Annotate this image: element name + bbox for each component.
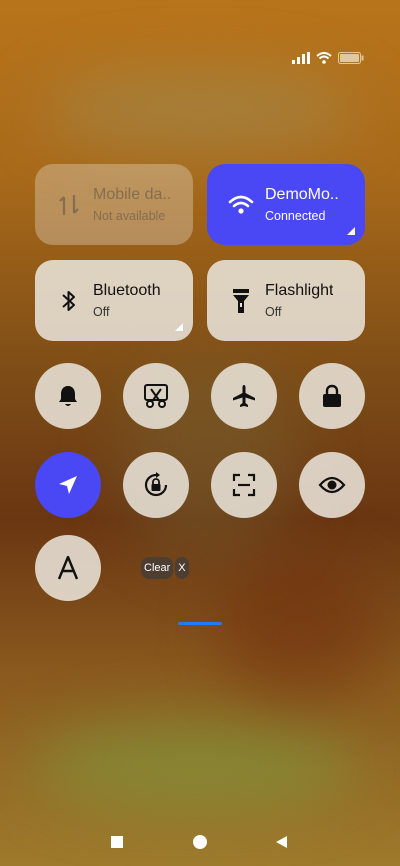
flashlight-tile[interactable]: Flashlight Off	[207, 260, 365, 341]
flashlight-icon	[225, 285, 257, 317]
lock-screen-toggle[interactable]	[299, 363, 365, 429]
bluetooth-icon	[53, 285, 85, 317]
circle-icon	[193, 835, 207, 849]
tile-subtitle: Off	[265, 305, 282, 319]
mobile-data-icon	[53, 189, 85, 221]
navigation-bar	[0, 832, 400, 852]
font-a-icon	[57, 556, 79, 580]
font-size-toggle[interactable]	[35, 535, 101, 601]
page-indicator	[178, 622, 222, 625]
reading-mode-toggle[interactable]	[299, 452, 365, 518]
back-button[interactable]	[272, 832, 292, 852]
wifi-icon	[225, 189, 257, 221]
location-arrow-icon	[59, 476, 77, 494]
location-toggle[interactable]	[35, 452, 101, 518]
screenshot-scissors-icon	[144, 384, 168, 408]
battery-icon	[338, 52, 364, 64]
lock-icon	[323, 384, 341, 407]
silent-toggle[interactable]	[35, 363, 101, 429]
square-icon	[111, 836, 123, 848]
tile-title: Mobile da..	[93, 186, 172, 203]
tile-title: Bluetooth	[93, 282, 161, 299]
status-bar	[292, 52, 364, 64]
scanner-toggle[interactable]	[211, 452, 277, 518]
recents-button[interactable]	[107, 832, 127, 852]
bell-icon	[59, 386, 77, 406]
tile-subtitle: Connected	[265, 209, 326, 223]
airplane-toggle[interactable]	[211, 363, 277, 429]
expand-corner-icon[interactable]	[347, 227, 355, 235]
bluetooth-tile[interactable]: Bluetooth Off	[35, 260, 193, 341]
tile-title: DemoMo..	[265, 186, 339, 203]
scan-frame-icon	[232, 473, 256, 497]
tile-subtitle: Not available	[93, 209, 166, 223]
rotation-lock-icon	[144, 472, 168, 497]
tile-subtitle: Off	[93, 305, 110, 319]
wifi-tile[interactable]: DemoMo.. Connected	[207, 164, 365, 245]
wifi-icon	[316, 52, 332, 64]
clear-x-label: X	[175, 557, 189, 579]
clear-label: Clear	[141, 557, 174, 579]
clear-button[interactable]: Clear X	[141, 557, 189, 579]
signal-icon	[292, 52, 310, 64]
tile-title: Flashlight	[265, 282, 334, 299]
home-button[interactable]	[190, 832, 210, 852]
triangle-back-icon	[276, 836, 287, 848]
eye-icon	[318, 476, 346, 494]
airplane-icon	[233, 385, 255, 407]
rotation-lock-toggle[interactable]	[123, 452, 189, 518]
screenshot-toggle[interactable]	[123, 363, 189, 429]
mobile-data-tile[interactable]: Mobile da.. Not available	[35, 164, 193, 245]
expand-corner-icon[interactable]	[175, 323, 183, 331]
